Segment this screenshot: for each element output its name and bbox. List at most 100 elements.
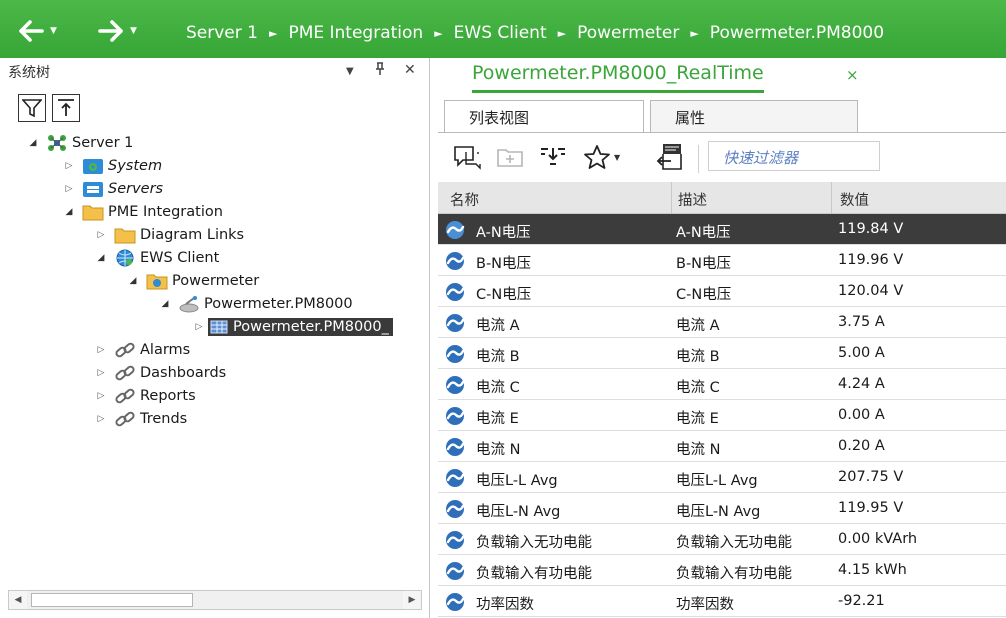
- realtime-value-icon: [446, 283, 465, 301]
- chain-link-icon: [114, 410, 136, 428]
- table-row[interactable]: 电流 N 电流 N 0.20 A: [438, 431, 1006, 462]
- tree-node-alarms[interactable]: ▷ Alarms: [94, 339, 191, 360]
- breadcrumb-separator-icon: ►: [690, 26, 699, 40]
- cell-name: 电流 N: [476, 442, 521, 458]
- tree-node-pme-integration[interactable]: ◢ PME Integration: [62, 201, 223, 222]
- column-picker-button[interactable]: [538, 143, 568, 171]
- funnel-icon: [22, 99, 42, 118]
- realtime-value-icon: [446, 469, 465, 487]
- table-row[interactable]: C-N电压 C-N电压 120.04 V: [438, 276, 1006, 307]
- collapse-icon[interactable]: ◢: [26, 138, 40, 148]
- forward-dropdown-icon[interactable]: ▼: [130, 26, 137, 36]
- cell-description: 功率因数: [676, 597, 734, 613]
- scroll-left-icon[interactable]: ◀: [9, 591, 27, 609]
- tree-node-label: System: [108, 157, 163, 174]
- breadcrumb-powermeter-pm8000[interactable]: Powermeter.PM8000: [710, 23, 884, 43]
- tree-node-ews-client[interactable]: ◢ EWS Client: [94, 247, 219, 268]
- scrollbar-thumb[interactable]: [31, 593, 193, 607]
- table-row[interactable]: 功率因数 功率因数 -92.21: [438, 586, 1006, 617]
- tree-node-diagram-links[interactable]: ▷ Diagram Links: [94, 224, 244, 245]
- up-arrow-icon: [58, 99, 74, 116]
- forward-button[interactable]: ▼: [98, 18, 137, 44]
- tree-node-powermeter-pm8000[interactable]: ◢ Powermeter.PM8000: [158, 293, 353, 314]
- tree-node-label: Trends: [140, 410, 188, 427]
- table-row[interactable]: 电压L-L Avg 电压L-L Avg 207.75 V: [438, 462, 1006, 493]
- back-dropdown-icon[interactable]: ▼: [50, 26, 57, 36]
- cell-name: 电压L-N Avg: [476, 504, 561, 520]
- tab-properties[interactable]: 属性: [650, 100, 858, 132]
- table-row[interactable]: 电压L-N Avg 电压L-N Avg 119.95 V: [438, 493, 1006, 524]
- collapse-icon[interactable]: ◢: [158, 299, 172, 309]
- horizontal-scrollbar[interactable]: ◀ ▶: [8, 590, 422, 610]
- cell-value: 119.95 V: [838, 500, 904, 516]
- expand-icon[interactable]: ▷: [94, 391, 108, 401]
- column-divider[interactable]: [831, 182, 832, 214]
- tree-node-powermeter-pm8000-realtime[interactable]: ▷ Powermeter.PM8000_: [192, 316, 393, 337]
- favorites-dropdown-icon[interactable]: ▼: [614, 153, 620, 162]
- tree-node-label: Alarms: [140, 341, 191, 358]
- realtime-value-icon: [446, 562, 465, 580]
- expand-icon[interactable]: ▷: [94, 345, 108, 355]
- table-row[interactable]: B-N电压 B-N电压 119.96 V: [438, 245, 1006, 276]
- cell-value: 0.00 kVArh: [838, 531, 918, 547]
- table-row[interactable]: 电流 C 电流 C 4.24 A: [438, 369, 1006, 400]
- export-xlsx-button[interactable]: [654, 143, 684, 171]
- quick-filter-input[interactable]: 快速过滤器: [708, 141, 880, 171]
- table-row[interactable]: 电流 A 电流 A 3.75 A: [438, 307, 1006, 338]
- expand-icon[interactable]: ▷: [192, 322, 206, 332]
- table-row[interactable]: 负载输入有功电能 负载输入有功电能 4.15 kWh: [438, 555, 1006, 586]
- content-panel: Powermeter.PM8000_RealTime × 列表视图 属性 ▼ 快…: [438, 58, 1006, 618]
- go-to-parent-button[interactable]: [52, 94, 80, 122]
- add-folder-button[interactable]: [496, 143, 526, 171]
- cell-name: C-N电压: [476, 287, 532, 303]
- tree-node-server-1[interactable]: ◢ Server 1: [26, 132, 133, 153]
- tree-node-trends[interactable]: ▷ Trends: [94, 408, 188, 429]
- close-icon[interactable]: ✕: [404, 62, 416, 78]
- column-header-description[interactable]: 描述: [678, 189, 707, 210]
- collapse-icon[interactable]: ◢: [62, 207, 76, 217]
- column-header-name[interactable]: 名称: [450, 189, 479, 210]
- expand-icon[interactable]: ▷: [62, 161, 76, 171]
- expand-icon[interactable]: ▷: [94, 414, 108, 424]
- document-tab[interactable]: Powermeter.PM8000_RealTime: [472, 62, 764, 93]
- expand-icon[interactable]: ▷: [62, 184, 76, 194]
- tree-node-servers[interactable]: ▷ Servers: [62, 178, 163, 199]
- close-tab-icon[interactable]: ×: [846, 66, 859, 84]
- cell-name: 电流 E: [476, 411, 519, 427]
- tree-node-reports[interactable]: ▷ Reports: [94, 385, 196, 406]
- cell-description: 电流 C: [676, 380, 720, 396]
- pin-icon[interactable]: [374, 62, 386, 80]
- table-row[interactable]: 电流 E 电流 E 0.00 A: [438, 400, 1006, 431]
- table-row[interactable]: 负载输入无功电能 负载输入无功电能 0.00 kVArh: [438, 524, 1006, 555]
- breadcrumb-ews-client[interactable]: EWS Client: [454, 23, 547, 43]
- realtime-value-icon: [446, 345, 465, 363]
- favorites-button[interactable]: ▼: [582, 143, 620, 171]
- device-folder-icon: [146, 272, 168, 290]
- filter-button[interactable]: [18, 94, 46, 122]
- panel-menu-icon[interactable]: ▼: [346, 66, 354, 77]
- table-row[interactable]: A-N电压 A-N电压 119.84 V: [438, 214, 1006, 245]
- tree-node-dashboards[interactable]: ▷ Dashboards: [94, 362, 227, 383]
- expand-icon[interactable]: ▷: [94, 230, 108, 240]
- realtime-value-icon: [446, 221, 465, 239]
- breadcrumb-server-1[interactable]: Server 1: [186, 23, 258, 43]
- expand-icon[interactable]: ▷: [94, 368, 108, 378]
- table-header: 名称 描述 数值: [438, 182, 1006, 214]
- tab-list-view[interactable]: 列表视图: [444, 100, 644, 133]
- tree-node-powermeter[interactable]: ◢ Powermeter: [126, 270, 259, 291]
- system-tree-title: 系统树: [8, 65, 50, 81]
- tree-node-label: Dashboards: [140, 364, 227, 381]
- tree-node-label: Powermeter.PM8000: [204, 295, 353, 312]
- breadcrumb-powermeter[interactable]: Powermeter: [577, 23, 679, 43]
- column-header-value[interactable]: 数值: [840, 189, 869, 210]
- breadcrumb-pme-integration[interactable]: PME Integration: [288, 23, 423, 43]
- cell-name: 负载输入有功电能: [476, 566, 592, 582]
- comment-button[interactable]: [452, 143, 482, 171]
- column-divider[interactable]: [671, 182, 672, 214]
- back-button[interactable]: ▼: [18, 18, 57, 44]
- collapse-icon[interactable]: ◢: [94, 253, 108, 263]
- table-row[interactable]: 电流 B 电流 B 5.00 A: [438, 338, 1006, 369]
- scroll-right-icon[interactable]: ▶: [403, 591, 421, 609]
- tree-node-system[interactable]: ▷ System: [62, 155, 162, 176]
- collapse-icon[interactable]: ◢: [126, 276, 140, 286]
